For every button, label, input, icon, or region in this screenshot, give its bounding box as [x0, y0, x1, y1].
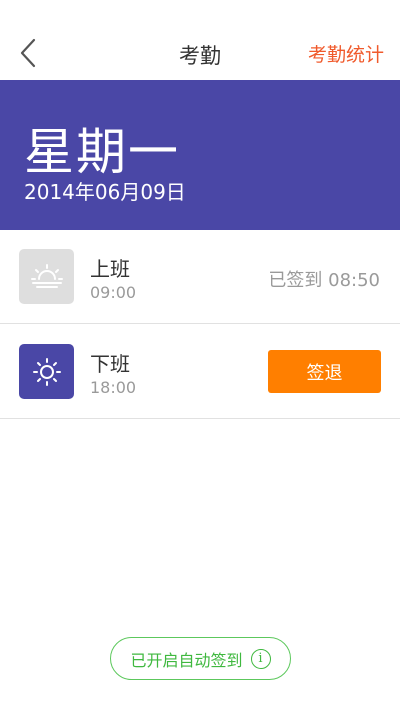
checkout-row: 下班 18:00 签退: [0, 325, 400, 419]
attendance-screen: 考勤 考勤统计 星期一 2014年06月09日 上班 09:00 已签到 08:…: [0, 0, 400, 710]
checkout-button[interactable]: 签退: [268, 350, 381, 393]
weekday-label: 星期一: [24, 123, 180, 181]
checkout-time: 18:00: [90, 378, 137, 397]
checkout-label: 下班: [90, 352, 130, 376]
checkin-row: 上班 09:00 已签到 08:50: [0, 230, 400, 324]
info-icon[interactable]: i: [250, 648, 271, 669]
auto-sign-toggle[interactable]: 已开启自动签到 i: [110, 637, 291, 680]
sun-icon: [19, 344, 74, 399]
checkin-status: 已签到 08:50: [268, 270, 380, 291]
auto-sign-label: 已开启自动签到: [130, 650, 243, 670]
attendance-stats-link[interactable]: 考勤统计: [308, 40, 384, 67]
navigation-bar: 考勤 考勤统计: [0, 0, 400, 80]
sunrise-icon: [19, 249, 74, 304]
date-label: 2014年06月09日: [24, 180, 186, 204]
checkin-label: 上班: [90, 257, 130, 281]
date-header: 星期一 2014年06月09日: [0, 80, 400, 230]
checkin-time: 09:00: [90, 283, 137, 302]
